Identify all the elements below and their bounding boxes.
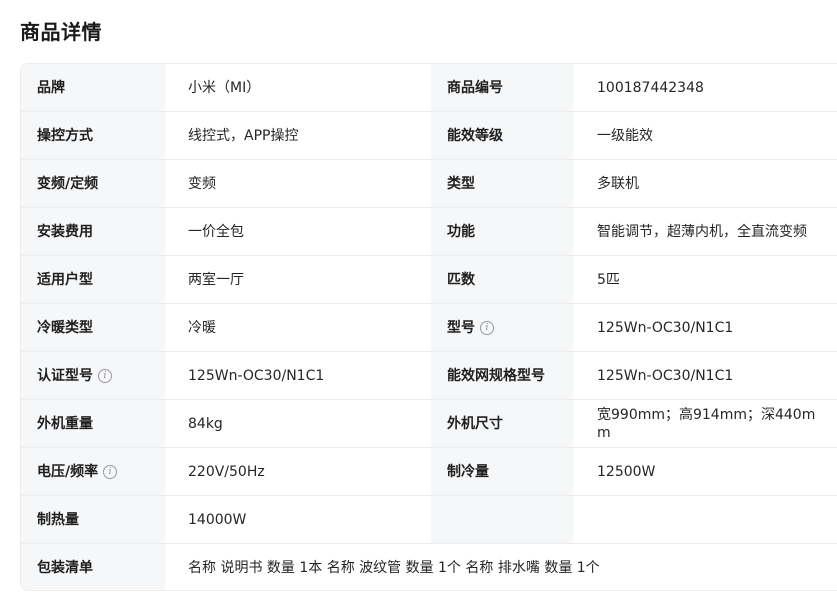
spec-row: 制热量 14000W bbox=[21, 496, 837, 544]
spec-label-product-id: 商品编号 bbox=[431, 64, 573, 111]
info-icon[interactable]: i bbox=[480, 320, 494, 335]
spec-label-cert-model-text: 认证型号 bbox=[37, 367, 93, 384]
spec-label-inverter: 变频/定频 bbox=[21, 160, 165, 207]
spec-label-model-text: 型号 bbox=[447, 319, 475, 336]
spec-label-energy-grade: 能效等级 bbox=[431, 112, 573, 159]
spec-row: 变频/定频 变频 类型 多联机 bbox=[21, 160, 837, 208]
spec-value-cooling-capacity: 12500W bbox=[597, 463, 656, 480]
spec-label-cooling-capacity: 制冷量 bbox=[431, 448, 573, 495]
spec-row: 外机重量 84kg 外机尺寸 宽990mm；高914mm；深440mm bbox=[21, 400, 837, 448]
spec-label-package-list: 包装清单 bbox=[21, 544, 165, 590]
spec-row: 冷暖类型 冷暖 型号 i 125Wn-OC30/N1C1 bbox=[21, 304, 837, 352]
spec-value-model: 125Wn-OC30/N1C1 bbox=[597, 319, 734, 336]
spec-label-cert-model: 认证型号 i bbox=[21, 352, 165, 399]
info-icon[interactable]: i bbox=[103, 464, 118, 479]
spec-value-horsepower: 5匹 bbox=[597, 271, 620, 288]
spec-label-type: 类型 bbox=[431, 160, 573, 207]
spec-row: 安装费用 一价全包 功能 智能调节，超薄内机，全直流变频 bbox=[21, 208, 837, 256]
spec-label-room-type: 适用户型 bbox=[21, 256, 165, 303]
spec-value-energy-model: 125Wn-OC30/N1C1 bbox=[597, 367, 734, 384]
spec-row: 认证型号 i 125Wn-OC30/N1C1 能效网规格型号 125Wn-OC3… bbox=[21, 352, 837, 400]
spec-label-voltage: 电压/频率 i bbox=[21, 448, 165, 495]
spec-label-heating-capacity: 制热量 bbox=[21, 496, 165, 543]
spec-row: 操控方式 线控式，APP操控 能效等级 一级能效 bbox=[21, 112, 837, 160]
spec-value-inverter: 变频 bbox=[188, 175, 216, 192]
page-title: 商品详情 bbox=[20, 20, 102, 44]
spec-value-type: 多联机 bbox=[597, 175, 639, 192]
spec-value-outdoor-size: 宽990mm；高914mm；深440mm bbox=[597, 406, 816, 441]
spec-value-energy-grade: 一级能效 bbox=[597, 127, 653, 144]
spec-row: 电压/频率 i 220V/50Hz 制冷量 12500W bbox=[21, 448, 837, 496]
spec-label-horsepower: 匹数 bbox=[431, 256, 573, 303]
spec-table: 品牌 小米（MI） 商品编号 100187442348 操控方式 线控式，APP… bbox=[20, 63, 837, 591]
spec-value-product-id: 100187442348 bbox=[597, 79, 704, 96]
spec-value-outdoor-weight: 84kg bbox=[188, 415, 223, 432]
spec-row: 品牌 小米（MI） 商品编号 100187442348 bbox=[21, 64, 837, 112]
spec-label-empty bbox=[431, 496, 573, 543]
spec-label-control: 操控方式 bbox=[21, 112, 165, 159]
spec-label-features: 功能 bbox=[431, 208, 573, 255]
spec-label-heat-cool: 冷暖类型 bbox=[21, 304, 165, 351]
spec-row: 包装清单 名称 说明书 数量 1本 名称 波纹管 数量 1个 名称 排水嘴 数量… bbox=[21, 544, 837, 590]
spec-value-brand: 小米（MI） bbox=[188, 79, 261, 96]
spec-label-brand: 品牌 bbox=[21, 64, 165, 111]
spec-value-features: 智能调节，超薄内机，全直流变频 bbox=[597, 223, 807, 240]
spec-value-control: 线控式，APP操控 bbox=[188, 127, 299, 144]
spec-label-voltage-text: 电压/频率 bbox=[37, 463, 99, 480]
spec-value-package-list: 名称 说明书 数量 1本 名称 波纹管 数量 1个 名称 排水嘴 数量 1个 bbox=[188, 559, 600, 576]
spec-value-heating-capacity: 14000W bbox=[188, 511, 247, 528]
spec-value-empty bbox=[573, 496, 837, 543]
spec-label-energy-model: 能效网规格型号 bbox=[431, 352, 573, 399]
spec-value-room-type: 两室一厅 bbox=[188, 271, 244, 288]
spec-label-install-fee: 安装费用 bbox=[21, 208, 165, 255]
spec-value-voltage: 220V/50Hz bbox=[188, 463, 265, 480]
spec-label-model: 型号 i bbox=[431, 304, 573, 351]
info-icon[interactable]: i bbox=[98, 368, 112, 383]
spec-value-install-fee: 一价全包 bbox=[188, 223, 244, 240]
spec-value-cert-model: 125Wn-OC30/N1C1 bbox=[188, 367, 325, 384]
spec-value-heat-cool: 冷暖 bbox=[188, 319, 216, 336]
spec-row: 适用户型 两室一厅 匹数 5匹 bbox=[21, 256, 837, 304]
spec-label-outdoor-size: 外机尺寸 bbox=[431, 400, 573, 447]
spec-label-outdoor-weight: 外机重量 bbox=[21, 400, 165, 447]
